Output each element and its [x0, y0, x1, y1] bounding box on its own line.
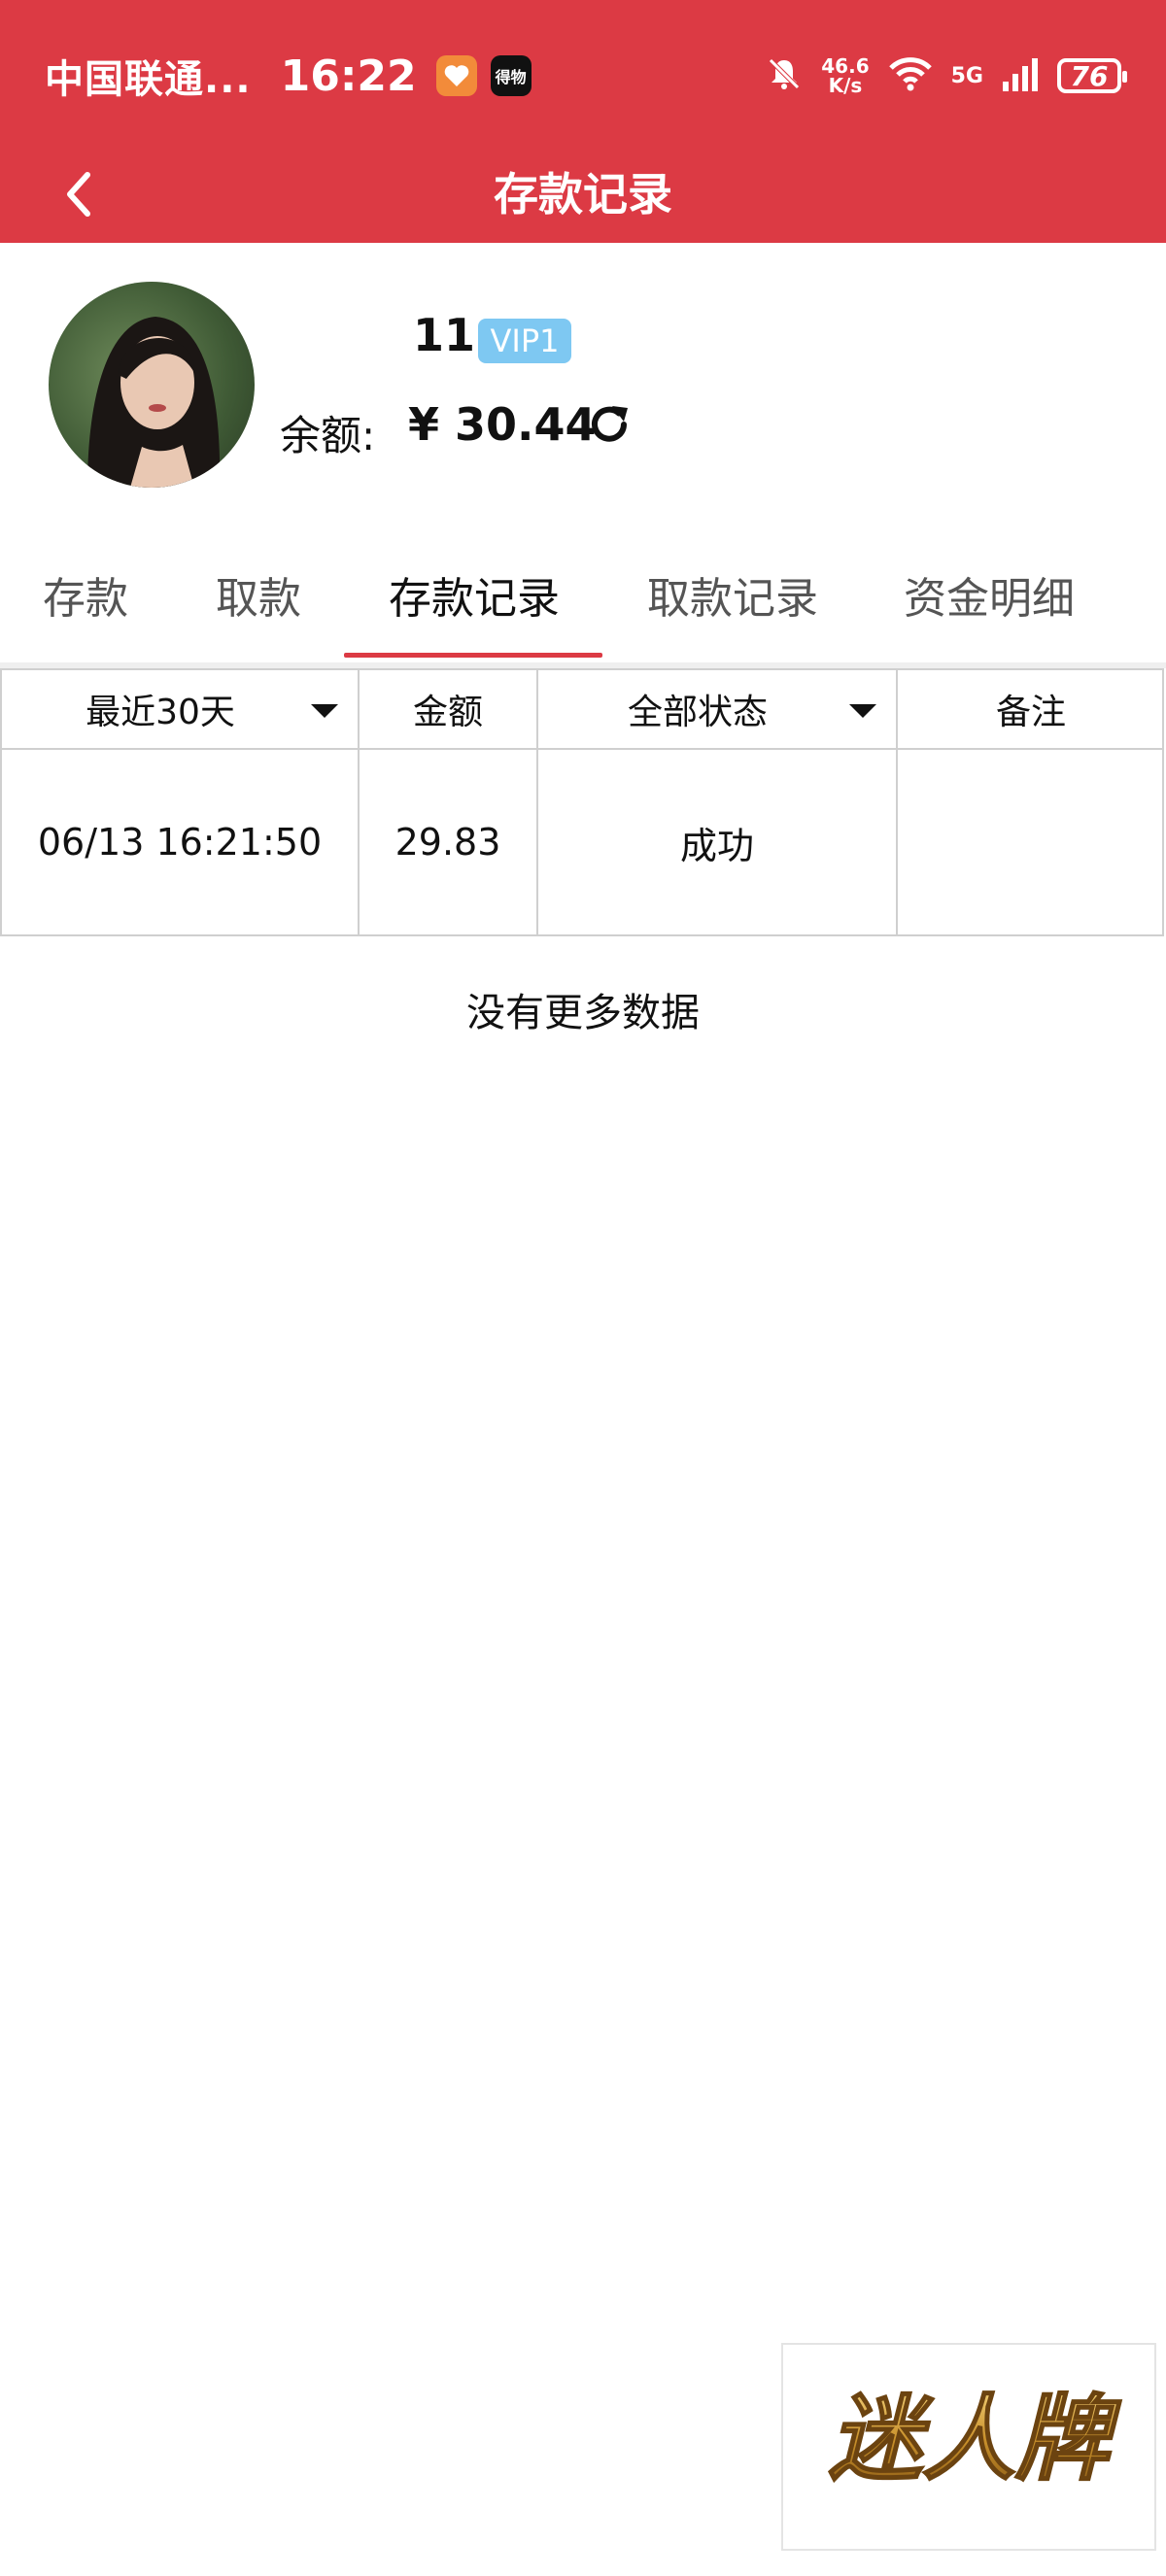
tab-fund-details[interactable]: 资金明细: [904, 563, 1075, 626]
refresh-button[interactable]: [585, 400, 634, 449]
table-header-row: 最近30天 金额 全部状态 备注: [0, 668, 1164, 750]
brand-logo: 迷人牌: [781, 2343, 1156, 2551]
balance-value: ¥ 30.44: [408, 398, 597, 451]
signal-icon: [1001, 54, 1040, 97]
note-header: 备注: [995, 693, 1066, 732]
battery-level: 76: [1070, 59, 1109, 92]
record-time: 06/13 16:21:50: [2, 750, 360, 934]
tab-withdraw-records[interactable]: 取款记录: [647, 563, 818, 626]
net-speed-unit: K/s: [828, 74, 863, 97]
refresh-icon: [592, 406, 628, 442]
avatar: [49, 282, 255, 488]
caret-down-icon: [849, 704, 876, 718]
wifi-icon: [887, 54, 934, 97]
record-status: 成功: [538, 750, 898, 934]
record-note: [898, 750, 1164, 934]
balance-label: 余额:: [280, 412, 376, 459]
app-header: 存款记录: [0, 146, 1166, 243]
dewu-app-icon: 得物: [490, 55, 532, 96]
net-speed: 46.6 K/s: [821, 56, 869, 95]
network-type: 5G: [950, 63, 983, 88]
battery-icon: 76: [1057, 58, 1127, 93]
status-filter-label: 全部状态: [627, 693, 768, 732]
caret-down-icon: [311, 704, 338, 718]
tab-withdraw[interactable]: 取款: [216, 563, 301, 626]
record-amount: 29.83: [360, 750, 538, 934]
net-speed-value: 46.6: [821, 54, 870, 78]
status-bar: 中国联通... 16:22 得物 46.6 K/s 5G 76: [0, 0, 1166, 146]
username: 11: [413, 309, 476, 361]
date-filter-dropdown[interactable]: 最近30天: [2, 670, 360, 748]
brand-logo-text: 迷人牌: [829, 2385, 1121, 2493]
no-more-data-text: 没有更多数据: [466, 991, 700, 1035]
status-filter-dropdown[interactable]: 全部状态: [538, 670, 898, 748]
clock: 16:22: [280, 51, 417, 101]
vip-badge: VIP1: [478, 319, 571, 363]
tab-deposit[interactable]: 存款: [43, 563, 128, 626]
date-filter-label: 最近30天: [86, 693, 235, 732]
mute-bell-icon: [765, 54, 804, 97]
heart-app-icon: [435, 55, 477, 96]
page-title: 存款记录: [494, 168, 672, 220]
tab-bar: 存款 取款 存款记录 取款记录 资金明细: [0, 544, 1166, 661]
active-tab-indicator: [344, 653, 602, 658]
amount-header: 金额: [360, 670, 538, 748]
table-row[interactable]: 06/13 16:21:50 29.83 成功: [0, 748, 1164, 936]
carrier-name: 中国联通...: [45, 57, 252, 102]
tab-deposit-records[interactable]: 存款记录: [389, 563, 560, 626]
